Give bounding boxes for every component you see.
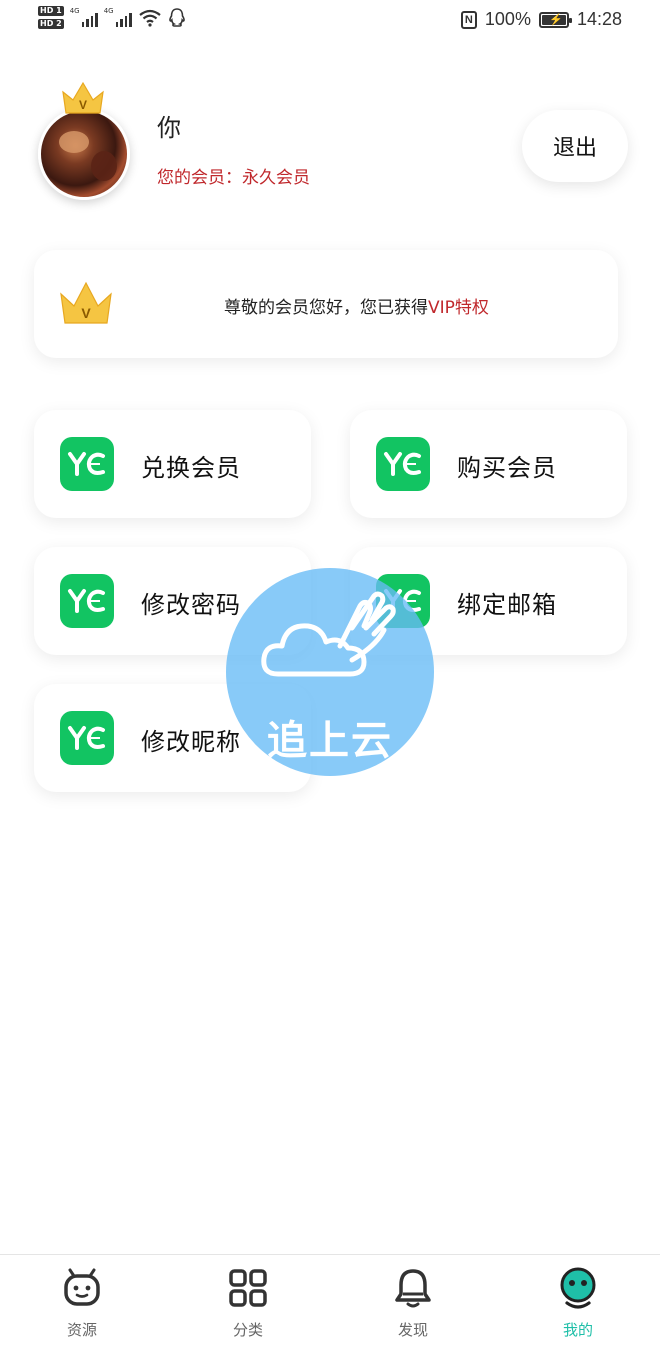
status-left: HD 1 HD 2 4G 4G <box>38 6 186 29</box>
vip-message-text: 尊敬的会员您好，您已获得 <box>224 298 428 318</box>
status-bar: HD 1 HD 2 4G 4G N 100% ⚡ 14:28 <box>0 0 660 42</box>
nav-item-categories[interactable]: 分类 <box>188 1255 308 1347</box>
hd1-indicator: HD 1 <box>38 6 64 16</box>
crown-letter: V <box>81 305 91 321</box>
wifi-icon <box>139 9 161 27</box>
crown-icon: V <box>60 281 112 324</box>
yc-logo-icon <box>60 574 114 628</box>
vip-banner: V 尊敬的会员您好，您已获得VIP特权 <box>34 250 618 358</box>
action-label: 购买会员 <box>457 454 557 482</box>
clock: 14:28 <box>576 9 622 29</box>
username: 你 <box>157 114 181 142</box>
avatar-wrap[interactable]: V <box>38 80 130 200</box>
logout-button[interactable]: 退出 <box>522 110 628 182</box>
nfc-icon: N <box>460 10 477 29</box>
watermark-text: 追上云 <box>267 718 393 764</box>
cloud-hand-icon <box>261 591 396 677</box>
hd2-indicator: HD 2 <box>38 19 64 29</box>
vip-privilege-highlight: VIP特权 <box>428 298 489 318</box>
nav-item-resources[interactable]: 资源 <box>22 1255 142 1347</box>
battery-percent: 100% <box>484 9 531 29</box>
action-label: 绑定邮箱 <box>457 591 557 619</box>
nav-label: 资源 <box>66 1321 97 1339</box>
yc-logo-icon <box>60 711 114 765</box>
action-label: 修改密码 <box>141 591 241 619</box>
signal-icon: 4G <box>103 6 132 27</box>
nav-label: 分类 <box>232 1321 263 1339</box>
buy-membership-button[interactable]: 购买会员 <box>350 410 627 518</box>
nav-label: 发现 <box>397 1321 428 1339</box>
signal-icon: 4G <box>69 6 98 27</box>
nav-item-discover[interactable]: 发现 <box>353 1255 473 1347</box>
robot-icon <box>64 1268 100 1306</box>
hd-indicators: HD 1 HD 2 <box>38 6 64 29</box>
charging-icon: ⚡ <box>548 13 563 26</box>
qq-icon <box>168 7 185 27</box>
yc-logo-icon <box>376 437 430 491</box>
battery-icon: ⚡ <box>538 11 572 28</box>
watermark-logo: 追上云 <box>226 568 434 776</box>
crown-icon: V <box>62 81 104 114</box>
redeem-membership-button[interactable]: 兑换会员 <box>34 410 311 518</box>
bottom-nav: 资源 分类 发现 我的 <box>0 1254 660 1347</box>
vip-message: 尊敬的会员您好，您已获得VIP特权 <box>224 293 489 318</box>
network-type-label: 4G <box>69 6 80 15</box>
status-right: N 100% ⚡ 14:28 <box>460 9 622 30</box>
grid-icon <box>229 1269 267 1307</box>
action-label: 兑换会员 <box>141 454 241 482</box>
bell-icon <box>395 1269 431 1308</box>
crown-letter: V <box>79 98 87 112</box>
network-type-label: 4G <box>103 6 114 15</box>
nav-item-mine[interactable]: 我的 <box>518 1255 638 1347</box>
membership-status: 您的会员：永久会员 <box>157 168 310 188</box>
avatar[interactable] <box>38 108 130 200</box>
yc-logo-icon <box>60 437 114 491</box>
nav-label: 我的 <box>562 1321 593 1339</box>
user-face-icon <box>560 1267 596 1309</box>
